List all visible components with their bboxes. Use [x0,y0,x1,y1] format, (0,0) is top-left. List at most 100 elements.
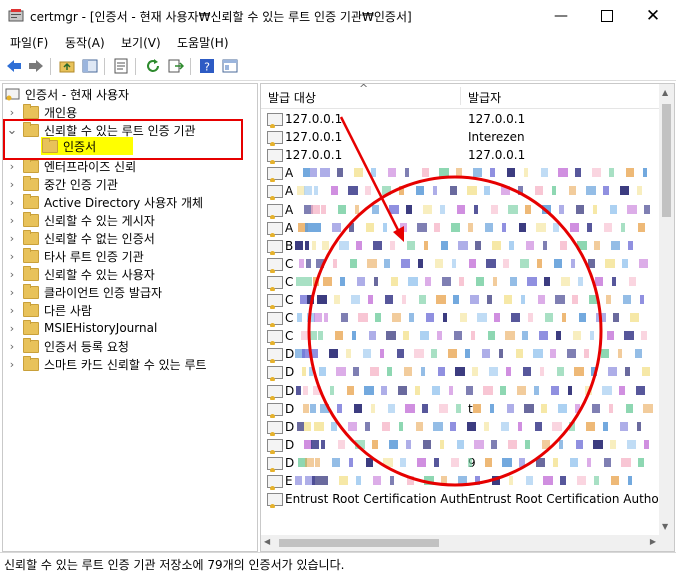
properties-icon [114,58,128,74]
column-issued-by[interactable]: 발급자 [468,89,501,106]
redacted-text [295,327,655,345]
chevron-right-icon[interactable]: › [5,232,19,245]
certificate-list[interactable]: 발급 대상 ^ 발급자 127.0.0.1 127.0.0.1 127.0.0.1 I… [260,83,675,552]
vertical-scrollbar[interactable]: ▲ ▼ [659,84,674,535]
table-row[interactable]: C [261,255,659,273]
tree-item[interactable]: › 다른 사람 [5,301,92,319]
table-row[interactable]: A [261,219,659,237]
tree-item[interactable]: › 스마트 카드 신뢰할 수 있는 루트 [5,355,207,373]
menu-action[interactable]: 동작(A) [65,34,105,51]
table-row[interactable]: Dt [261,400,659,418]
toolbar [0,54,676,81]
table-row[interactable]: 127.0.0.1 Interezen [261,128,659,147]
table-row[interactable]: D [261,345,659,364]
table-row[interactable]: C [261,309,659,328]
up-folder-icon [59,61,75,73]
table-row[interactable]: C [261,327,659,346]
chevron-right-icon[interactable]: › [5,196,19,209]
chevron-right-icon[interactable]: › [5,286,19,299]
tree-item[interactable]: › Active Directory 사용자 개체 [5,193,203,211]
chevron-right-icon[interactable]: › [5,106,19,119]
table-row[interactable]: A [261,182,659,201]
tree-item-label: 중간 인증 기관 [44,177,118,192]
forward-button[interactable] [27,57,45,75]
export-list-button[interactable] [167,57,185,75]
refresh-button[interactable] [144,57,162,75]
console-view-icon [222,59,238,73]
chevron-right-icon[interactable]: › [5,358,19,371]
tree-item[interactable]: › 신뢰할 수 없는 인증서 [5,229,155,247]
table-row[interactable]: D [261,363,659,382]
chevron-right-icon[interactable]: › [5,250,19,263]
table-row[interactable]: D [261,382,659,400]
tree-item[interactable]: › 신뢰할 수 있는 게시자 [5,211,155,229]
menu-help[interactable]: 도움말(H) [177,34,229,51]
issued-to-cell: E [285,474,293,488]
table-row[interactable]: A [261,164,659,183]
maximize-button[interactable] [584,0,630,32]
issued-to-cell: D [285,401,295,416]
folder-icon [23,301,39,317]
table-row[interactable]: 127.0.0.1 127.0.0.1 [261,146,659,165]
certificate-icon [267,257,283,273]
chevron-right-icon[interactable]: › [5,178,19,191]
help-button[interactable]: ? [198,57,216,75]
close-button[interactable]: ✕ [630,0,676,32]
chevron-right-icon[interactable]: › [5,322,19,335]
tree-item[interactable]: › 클라이언트 인증 발급자 [5,283,162,301]
table-row[interactable]: Entrust Root Certification Auth... Entrus… [261,490,659,509]
show-hide-tree-button[interactable] [81,57,99,75]
table-row[interactable]: D9 [261,454,659,472]
certificate-icon [267,294,283,309]
horizontal-scroll-thumb[interactable] [279,539,439,547]
minimize-button[interactable]: — [538,0,584,32]
table-row[interactable]: C [261,273,659,291]
menu-view[interactable]: 보기(V) [121,34,161,51]
table-row[interactable]: B [261,237,659,255]
chevron-right-icon[interactable]: › [5,340,19,353]
redacted-text [295,219,655,237]
toolbar-separator [50,58,51,75]
console-view-button[interactable] [221,57,239,75]
vertical-scroll-thumb[interactable] [662,104,671,217]
chevron-right-icon[interactable]: › [5,268,19,281]
column-issued-to[interactable]: 발급 대상 [268,89,316,106]
chevron-right-icon[interactable]: › [5,304,19,317]
back-button[interactable] [5,57,23,75]
certificate-icon [267,149,283,165]
certificate-icon [267,113,283,128]
scroll-up-icon[interactable]: ▲ [662,88,668,97]
table-row[interactable]: C [261,291,659,309]
issued-to-cell: Entrust Root Certification Auth... [285,492,480,507]
table-row[interactable]: 127.0.0.1 127.0.0.1 [261,110,659,128]
tree-item[interactable]: › MSIEHistoryJournal [5,319,157,337]
redacted-text [295,309,655,327]
menu-file[interactable]: 파일(F) [10,34,48,51]
scroll-right-icon[interactable]: ▶ [650,537,656,546]
horizontal-scrollbar[interactable]: ◀ ▶ [261,535,674,551]
scroll-down-icon[interactable]: ▼ [662,522,668,531]
tree-item[interactable]: › 타사 루트 인증 기관 [5,247,144,265]
scroll-left-icon[interactable]: ◀ [264,537,270,546]
table-row[interactable]: E [261,472,659,490]
tree-item[interactable]: › 중간 인증 기관 [5,175,118,193]
tree-item-label: MSIEHistoryJournal [44,321,158,335]
tree-item[interactable]: › 신뢰할 수 있는 사용자 [5,265,155,283]
table-row[interactable]: D [261,418,659,436]
toolbar-separator [135,58,136,75]
tree-item-label: Active Directory 사용자 개체 [44,195,204,210]
minimize-icon: — [554,8,568,24]
folder-icon [23,247,39,263]
list-header: 발급 대상 ^ 발급자 [261,84,659,109]
table-row[interactable]: A [261,201,659,219]
issued-to-cell: 127.0.0.1 [285,148,343,163]
tree-item-label: 신뢰할 수 있는 사용자 [44,267,155,282]
chevron-right-icon[interactable]: › [5,160,19,173]
tree-item[interactable]: › 인증서 등록 요청 [5,337,129,355]
properties-button[interactable] [112,57,130,75]
chevron-right-icon[interactable]: › [5,214,19,227]
tree-item-label-selected: 인증서 [63,139,97,154]
up-one-level-button[interactable] [58,57,76,75]
tree-root[interactable]: 인증서 - 현재 사용자 [5,85,129,103]
table-row[interactable]: D [261,436,659,454]
